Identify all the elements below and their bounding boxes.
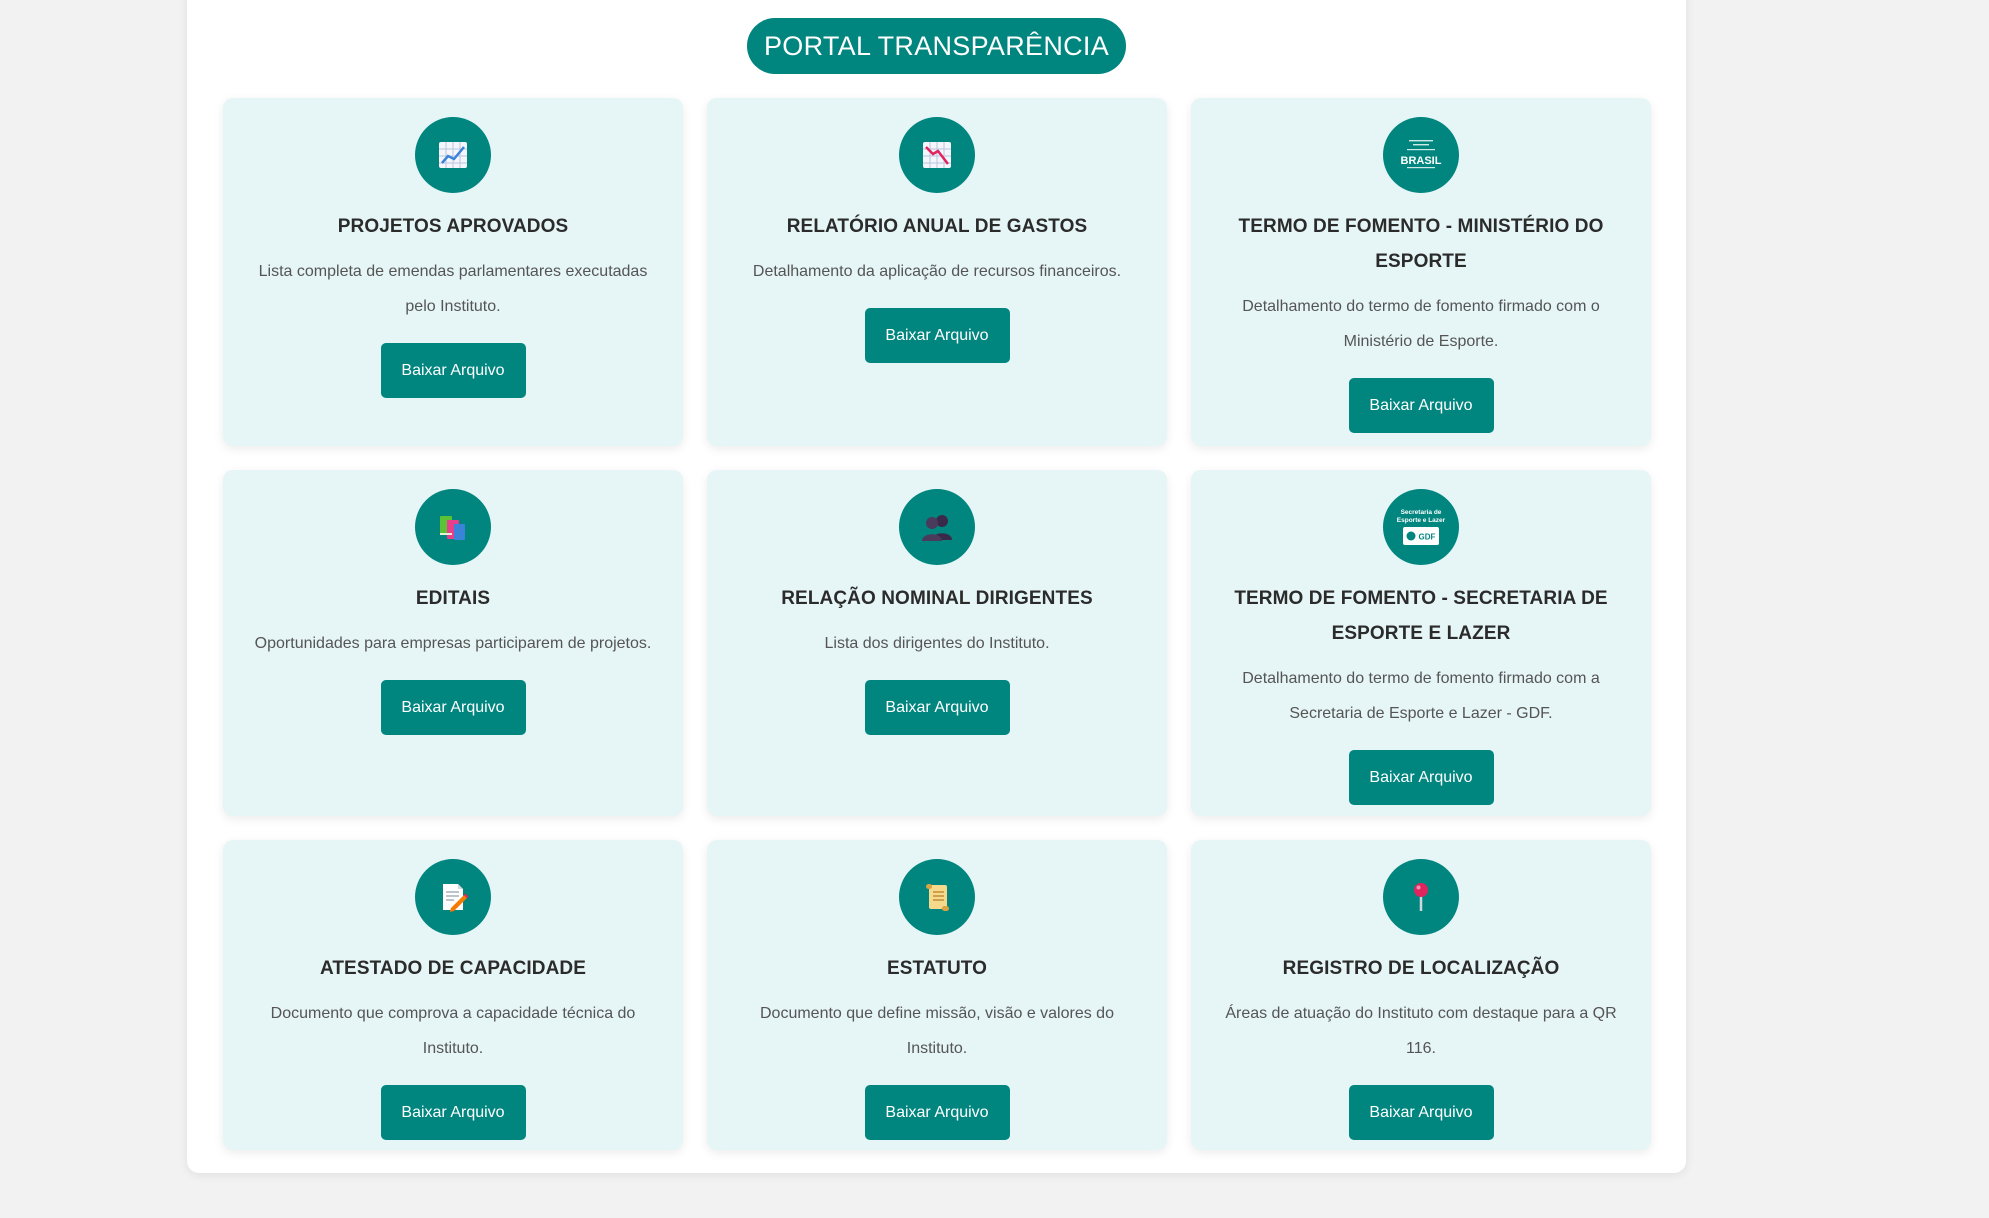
icon-circle bbox=[899, 859, 975, 935]
download-button[interactable]: Baixar Arquivo bbox=[864, 680, 1010, 735]
card-description: Documento que comprova a capacidade técn… bbox=[270, 1005, 636, 1057]
svg-text:BRASIL: BRASIL bbox=[1401, 155, 1442, 167]
download-button[interactable]: Baixar Arquivo bbox=[1348, 1085, 1494, 1140]
memo-pencil-icon bbox=[443, 884, 469, 912]
icon-circle bbox=[415, 489, 491, 565]
icon-circle bbox=[899, 117, 975, 193]
svg-text:GDF: GDF bbox=[1419, 533, 1436, 542]
card-description: Oportunidades para empresas participarem… bbox=[254, 635, 652, 652]
card-termo-fomento-ministerio: BRASIL TERMO DE FOMENTO - MINISTÉRIO DO … bbox=[1191, 98, 1651, 446]
books-icon bbox=[440, 516, 465, 540]
icon-circle bbox=[415, 117, 491, 193]
governo-federal-brasil-logo: BRASIL bbox=[1401, 140, 1442, 169]
chart-decreasing-icon bbox=[923, 142, 951, 168]
card-title: TERMO DE FOMENTO - MINISTÉRIO DO ESPORTE bbox=[1238, 216, 1604, 272]
documents-grid: PROJETOS APROVADOS Lista completa de eme… bbox=[223, 98, 1651, 1150]
download-button[interactable]: Baixar Arquivo bbox=[1348, 378, 1494, 433]
icon-circle: BRASIL bbox=[1383, 117, 1459, 193]
scroll-icon bbox=[926, 884, 949, 911]
card-estatuto: ESTATUTO Documento que define missão, vi… bbox=[707, 840, 1167, 1150]
card-title: ESTATUTO bbox=[886, 958, 988, 979]
card-description: Documento que define missão, visão e val… bbox=[760, 1005, 1114, 1057]
card-relatorio-anual-gastos: RELATÓRIO ANUAL DE GASTOS Detalhamento d… bbox=[707, 98, 1167, 446]
card-description: Detalhamento da aplicação de recursos fi… bbox=[752, 263, 1122, 280]
card-description: Lista completa de emendas parlamentares … bbox=[258, 263, 648, 315]
card-description: Lista dos dirigentes do Instituto. bbox=[824, 635, 1050, 652]
card-registro-localizacao: REGISTRO DE LOCALIZAÇÃO Áreas de atuação… bbox=[1191, 840, 1651, 1150]
icon-circle: Secretaria de Esporte e Lazer GDF bbox=[1383, 489, 1459, 565]
card-title: EDITAIS bbox=[415, 588, 491, 609]
chart-increasing-icon bbox=[439, 142, 467, 168]
download-button[interactable]: Baixar Arquivo bbox=[1348, 750, 1494, 805]
busts-icon bbox=[922, 515, 952, 541]
icon-circle bbox=[1383, 859, 1459, 935]
download-button[interactable]: Baixar Arquivo bbox=[380, 680, 526, 735]
card-description: Detalhamento do termo de fomento firmado… bbox=[1242, 298, 1600, 350]
card-termo-fomento-secretaria: Secretaria de Esporte e Lazer GDF TERMO … bbox=[1191, 470, 1651, 816]
card-title: RELATÓRIO ANUAL DE GASTOS bbox=[786, 216, 1088, 237]
download-button[interactable]: Baixar Arquivo bbox=[864, 1085, 1010, 1140]
card-title: RELAÇÃO NOMINAL DIRIGENTES bbox=[781, 588, 1093, 609]
card-description: Áreas de atuação do Instituto com destaq… bbox=[1225, 1005, 1617, 1057]
card-title: PROJETOS APROVADOS bbox=[337, 216, 569, 237]
card-editais: EDITAIS Oportunidades para empresas part… bbox=[223, 470, 683, 816]
card-relacao-nominal-dirigentes: RELAÇÃO NOMINAL DIRIGENTES Lista dos dir… bbox=[707, 470, 1167, 816]
download-button[interactable]: Baixar Arquivo bbox=[380, 1085, 526, 1140]
download-button[interactable]: Baixar Arquivo bbox=[380, 343, 526, 398]
svg-text:Esporte e Lazer: Esporte e Lazer bbox=[1397, 517, 1446, 524]
icon-circle bbox=[415, 859, 491, 935]
card-title: TERMO DE FOMENTO - SECRETARIA DE ESPORTE… bbox=[1234, 588, 1608, 644]
card-description: Detalhamento do termo de fomento firmado… bbox=[1242, 670, 1600, 722]
secretaria-esporte-lazer-gdf-logo: Secretaria de Esporte e Lazer GDF bbox=[1397, 509, 1446, 545]
card-title: ATESTADO DE CAPACIDADE bbox=[319, 958, 587, 979]
card-atestado-capacidade: ATESTADO DE CAPACIDADE Documento que com… bbox=[223, 840, 683, 1150]
svg-text:Secretaria de: Secretaria de bbox=[1401, 509, 1442, 516]
download-button[interactable]: Baixar Arquivo bbox=[864, 308, 1010, 363]
icon-circle bbox=[899, 489, 975, 565]
portal-title: PORTAL TRANSPARÊNCIA bbox=[747, 18, 1126, 74]
round-pushpin-icon bbox=[1414, 883, 1428, 911]
card-title: REGISTRO DE LOCALIZAÇÃO bbox=[1282, 958, 1560, 979]
card-projetos-aprovados: PROJETOS APROVADOS Lista completa de eme… bbox=[223, 98, 683, 446]
